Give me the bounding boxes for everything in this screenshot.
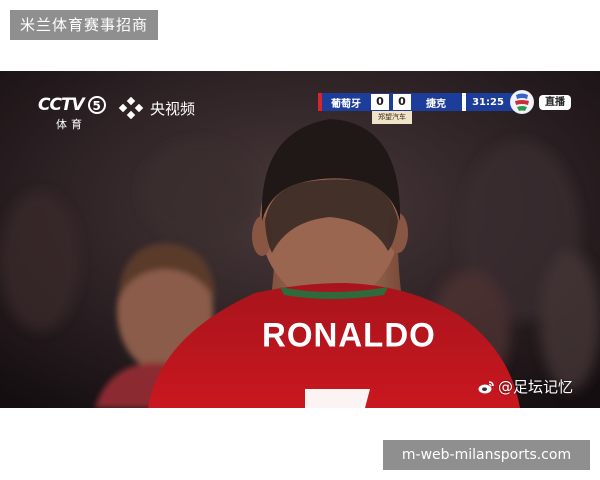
scoreboard: 葡萄牙 0 0 捷克 31:25 [318,93,530,111]
app-name: 央视频 [150,100,196,118]
weibo-watermark: @足坛记忆 [478,376,573,397]
yangshipin-logo-icon [118,97,144,119]
watermark-text: @足坛记忆 [498,378,574,396]
home-score: 0 [371,94,389,110]
cctv-logo-text: CCTV [38,95,85,115]
jersey-name: RONALDO [262,315,436,354]
cctv-logo: CCTV 5 [38,95,106,115]
channel-number: 5 [87,96,106,114]
home-team-name: 葡萄牙 [331,98,361,110]
away-score: 0 [393,94,411,110]
bottom-site-tag[interactable]: m-web-milansports.com [383,440,590,470]
weibo-icon [478,380,494,393]
video-frame: CCTV 5 体育 央视频 葡萄牙 0 0 捷克 31:25 直播 郑望汽车 R… [0,71,600,408]
channel-sub-label: 体育 [56,118,86,131]
match-photo [0,71,600,408]
live-badge: 直播 [539,95,571,110]
match-clock: 31:25 [472,96,504,108]
away-team-name: 捷克 [426,98,446,110]
euro-tournament-logo-icon [510,90,534,114]
sponsor-badge: 郑望汽车 [372,111,412,124]
top-ad-tag: 米兰体育赛事招商 [10,10,158,40]
